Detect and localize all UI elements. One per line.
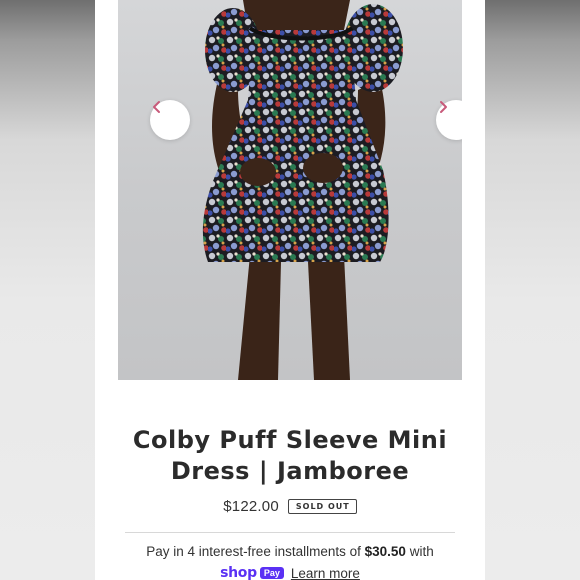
product-card: Colby Puff Sleeve Mini Dress | Jamboree … (95, 0, 485, 580)
chevron-left-icon (153, 101, 160, 113)
price-row: $122.00 SOLD OUT (95, 498, 485, 515)
shop-pay-badge: Pay (259, 567, 284, 579)
installment-amount: $30.50 (364, 544, 406, 559)
background-blur-right (485, 0, 580, 580)
product-title: Colby Puff Sleeve Mini Dress | Jamboree (132, 426, 448, 485)
divider (125, 532, 455, 533)
gallery-prev-button[interactable] (150, 100, 190, 140)
product-price: $122.00 (223, 498, 279, 515)
background-blur-left (0, 0, 95, 580)
shop-logo-text: shop (220, 565, 257, 580)
dress-illustration (202, 0, 403, 380)
shop-pay-logo: shop (220, 565, 257, 580)
installments-prefix: Pay in 4 interest-free installments of (146, 544, 361, 559)
chevron-right-icon (440, 101, 447, 113)
sold-out-badge: SOLD OUT (287, 499, 357, 514)
installments-suffix: with (409, 544, 434, 559)
product-image (118, 0, 462, 380)
installments-text: Pay in 4 interest-free installments of $… (95, 544, 485, 559)
learn-more-link[interactable]: Learn more (291, 566, 360, 580)
shop-pay-row: shop Pay Learn more (95, 565, 485, 580)
